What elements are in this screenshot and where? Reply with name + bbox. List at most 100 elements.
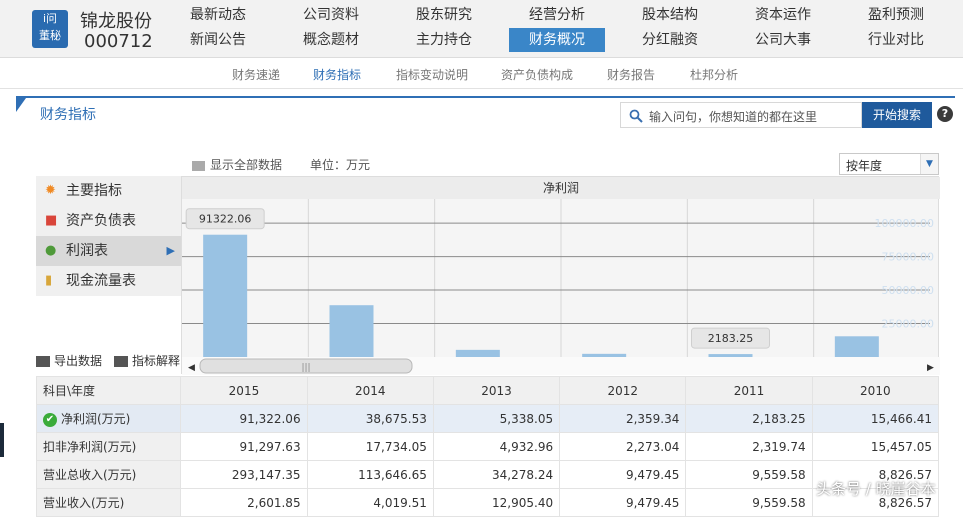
chevron-right-icon[interactable]: ▶ xyxy=(927,363,934,373)
chevron-left-icon[interactable]: ◀ xyxy=(188,363,195,373)
indicator-explain-button[interactable]: 指标解释 xyxy=(114,352,180,369)
row-label: 营业总收入(万元) xyxy=(43,468,137,482)
watermark: 头条号 / 晓崖谷本 xyxy=(816,480,936,498)
nav-item-7[interactable]: 新闻公告 xyxy=(170,28,266,52)
search-input[interactable]: 输入问句，你想知道的都在这里 xyxy=(620,102,862,128)
table-cell: 4,932.96 xyxy=(432,432,561,461)
table-cell: 2,601.85 xyxy=(180,488,308,517)
nav-item-6[interactable]: 盈利预测 xyxy=(848,3,944,27)
unit-label: 单位：万元 xyxy=(310,158,371,172)
panel-corner-decoration xyxy=(16,98,26,112)
table-row[interactable]: 营业总收入(万元) 293,147.35 113,646.65 34,278.24 9,… xyxy=(35,460,940,489)
y-tick-label: 75000.00 xyxy=(882,251,935,264)
chevron-down-icon: ▼ xyxy=(920,154,938,174)
nav-item-2[interactable]: 股东研究 xyxy=(396,3,492,27)
iwen-dongmi-logo[interactable]: i问 董秘 xyxy=(32,10,68,48)
subnav-item-3[interactable]: 资产负债构成 xyxy=(501,66,573,83)
subnav-item-1[interactable]: 财务指标 xyxy=(313,66,361,83)
table-cell: 91,297.63 xyxy=(180,432,308,461)
nav-item-11[interactable]: 分红融资 xyxy=(622,28,718,52)
search-placeholder: 输入问句，你想知道的都在这里 xyxy=(649,110,818,124)
bar-2010[interactable] xyxy=(834,336,879,357)
sidebar-item-2[interactable]: ● 利润表 ▶ xyxy=(36,236,181,266)
financial-indicators-panel: 财务指标 输入问句，你想知道的都在这里 开始搜索 ? 显示全部数据 单位：万元 … xyxy=(16,96,955,517)
export-data-button[interactable]: 导出数据 xyxy=(36,352,102,369)
export-label: 导出数据 xyxy=(54,354,103,368)
sidebar-item-0[interactable]: ✹ 主要指标 xyxy=(36,176,181,206)
bar-2015[interactable] xyxy=(203,234,248,357)
nav-item-0[interactable]: 最新动态 xyxy=(170,3,266,27)
show-all-data-toggle[interactable]: 显示全部数据 xyxy=(192,156,282,173)
period-select[interactable]: 按年度 ▼ xyxy=(839,153,939,175)
table-cell: 2,273.04 xyxy=(559,432,687,461)
gear-icon: ✹ xyxy=(45,183,56,198)
nav-item-5[interactable]: 资本运作 xyxy=(735,3,831,27)
sidebar-item-label: 利润表 xyxy=(66,243,108,259)
logo-top-text: i问 xyxy=(42,12,58,25)
comment-icon xyxy=(192,160,205,171)
bar-2012[interactable] xyxy=(582,353,627,357)
bar-2013[interactable] xyxy=(455,349,500,357)
row-label-cell: 营业总收入(万元) xyxy=(35,460,182,489)
tooltip-text: 91322.06 xyxy=(199,213,252,226)
subnav-item-0[interactable]: 财务速递 xyxy=(232,66,280,83)
chart-title: 净利润 xyxy=(543,181,579,195)
table-cell: 4,019.51 xyxy=(306,488,434,517)
net-profit-chart: 净利润 100000.00 75000.00 50000.00 25000.00 9132… xyxy=(181,176,940,375)
list-icon xyxy=(114,356,128,367)
search-icon xyxy=(629,109,643,123)
y-tick-label: 100000.00 xyxy=(875,217,935,230)
sidebar-item-1[interactable]: ■ 资产负债表 xyxy=(36,206,181,236)
row-label: 净利润(万元) xyxy=(61,412,131,426)
nav-item-3[interactable]: 经营分析 xyxy=(509,3,605,27)
help-icon[interactable]: ? xyxy=(937,106,953,122)
table-row[interactable]: 营业收入(万元) 2,601.85 4,019.51 12,905.40 9,479.4… xyxy=(35,488,940,517)
grip-icon: ||| xyxy=(301,363,310,373)
nav-item-9[interactable]: 主力持仓 xyxy=(396,28,492,52)
table-header-cell: 2012 xyxy=(559,376,687,405)
nav-item-10[interactable]: 财务概况 xyxy=(509,28,605,52)
table-row[interactable]: 扣非净利润(万元) 91,297.63 17,734.05 4,932.96 2,273… xyxy=(35,432,940,461)
nav-item-1[interactable]: 公司资料 xyxy=(283,3,379,27)
table-cell: 293,147.35 xyxy=(180,460,308,489)
row-label-cell: 扣非净利润(万元) xyxy=(35,432,182,461)
period-select-value: 按年度 xyxy=(846,159,883,173)
table-cell: 15,466.41 xyxy=(811,404,940,433)
table-cell: 2,319.74 xyxy=(685,432,813,461)
logo-bottom-text: 董秘 xyxy=(39,29,61,42)
table-header-cell: 2014 xyxy=(306,376,434,405)
table-cell: 9,479.45 xyxy=(559,460,687,489)
row-label-cell: 营业收入(万元) xyxy=(35,488,182,517)
table-row[interactable]: ✔ 净利润(万元) 91,322.06 38,675.53 5,338.05 2,359.… xyxy=(35,404,940,433)
checkmark-icon: ✔ xyxy=(43,412,57,427)
chart-svg: 净利润 100000.00 75000.00 50000.00 25000.00 9132… xyxy=(182,177,940,375)
bar-2011[interactable] xyxy=(708,354,753,357)
panel-title: 财务指标 xyxy=(40,107,96,123)
row-label-cell: ✔ 净利润(万元) xyxy=(35,404,182,433)
table-cell: 17,734.05 xyxy=(306,432,434,461)
table-cell: 5,338.05 xyxy=(432,404,561,433)
table-cell: 15,457.05 xyxy=(811,432,940,461)
table-header: 科目\年度 2015 2014 2013 2012 2011 2010 xyxy=(35,376,940,405)
bar-2014[interactable] xyxy=(329,305,374,357)
tooltip-text: 2183.25 xyxy=(708,332,754,345)
table-header-cell: 2010 xyxy=(811,376,940,405)
nav-item-4[interactable]: 股本结构 xyxy=(622,3,718,27)
start-search-button[interactable]: 开始搜索 xyxy=(862,102,932,128)
table-cell: 9,479.45 xyxy=(559,488,687,517)
left-edge-bar xyxy=(0,423,4,457)
table-header-cell: 科目\年度 xyxy=(35,376,182,405)
printer-icon xyxy=(36,356,50,367)
subnav-item-5[interactable]: 杜邦分析 xyxy=(690,66,738,83)
table-cell: 91,322.06 xyxy=(180,404,308,433)
sidebar-item-3[interactable]: ▮ 现金流量表 xyxy=(36,266,181,296)
nav-item-8[interactable]: 概念题材 xyxy=(283,28,379,52)
company-name: 锦龙股份 xyxy=(80,11,152,32)
subnav-item-4[interactable]: 财务报告 xyxy=(607,66,655,83)
nav-item-13[interactable]: 行业对比 xyxy=(848,28,944,52)
subnav-item-2[interactable]: 指标变动说明 xyxy=(396,66,468,83)
table-cell: 9,559.58 xyxy=(685,488,813,517)
nav-item-12[interactable]: 公司大事 xyxy=(735,28,831,52)
table-cell: 113,646.65 xyxy=(306,460,434,489)
table-cell: 2,183.25 xyxy=(685,404,813,433)
